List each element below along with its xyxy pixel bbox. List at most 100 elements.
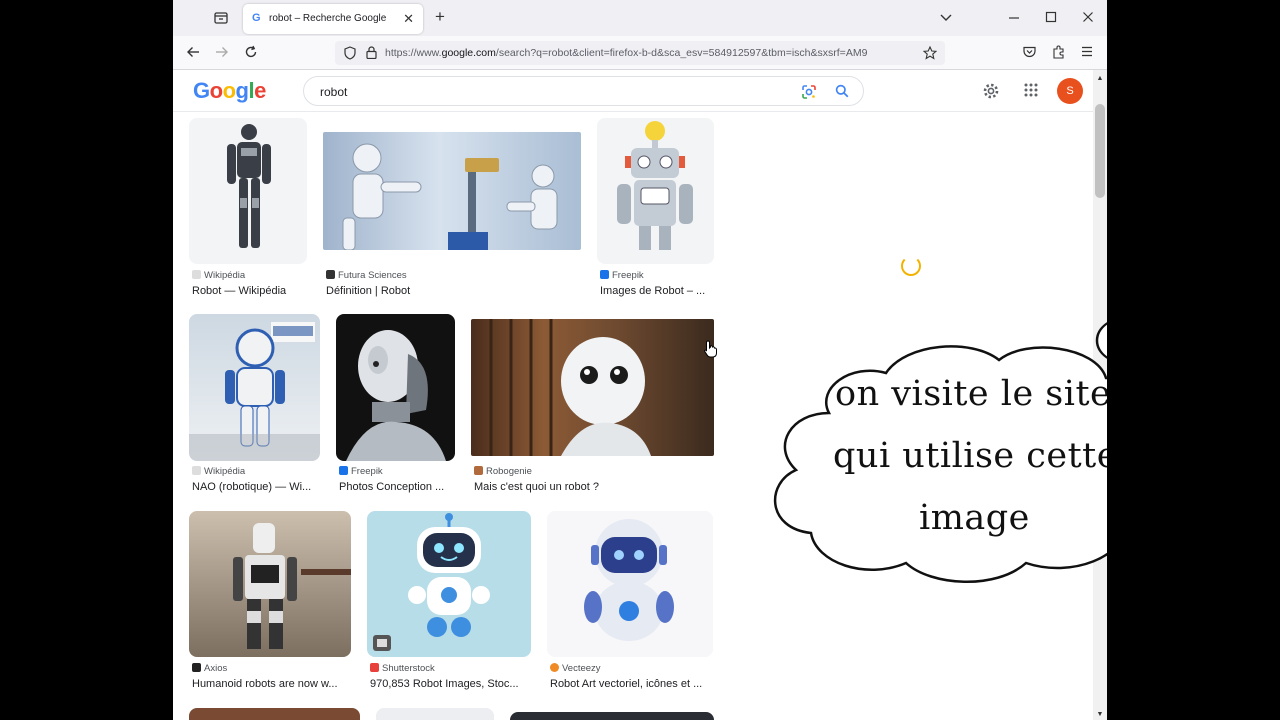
result-thumbnail[interactable] [336, 314, 455, 461]
result-title[interactable]: Images de Robot – ... [600, 285, 717, 297]
result-thumbnail[interactable] [376, 708, 494, 720]
scrollbar-thumb[interactable] [1095, 104, 1105, 198]
minimize-button[interactable] [1007, 11, 1021, 26]
image-result[interactable]: Futura Sciences Définition | Robot [323, 118, 581, 300]
result-source[interactable]: Freepik [600, 270, 644, 281]
google-logo[interactable]: Google [193, 78, 266, 104]
bubble-line-2: qui utilise cette [833, 436, 1107, 476]
vecteezy-icon [550, 663, 559, 672]
result-source-name: Futura Sciences [338, 270, 407, 281]
result-title[interactable]: Humanoid robots are now w... [192, 678, 354, 690]
tab-title: robot – Recherche Google [269, 13, 387, 24]
result-thumbnail[interactable] [510, 712, 714, 720]
tab-close-icon[interactable]: ✕ [403, 11, 414, 27]
url-host: google.com [441, 47, 496, 59]
thought-bubble: on visite le site qui utilise cette imag… [771, 318, 1107, 590]
result-source[interactable]: Wikipédia [192, 466, 245, 477]
extensions-puzzle-icon[interactable] [1051, 45, 1065, 62]
freepik-icon [600, 270, 609, 279]
scroll-down-arrow-icon[interactable]: ▼ [1096, 708, 1104, 720]
google-header: Google robot S [173, 70, 1093, 112]
result-source-name: Robogenie [486, 466, 532, 477]
result-thumbnail[interactable] [189, 118, 307, 264]
result-source-name: Axios [204, 663, 228, 674]
image-result[interactable]: Freepik Photos Conception ... [336, 314, 455, 496]
lock-icon[interactable] [365, 46, 377, 62]
scroll-up-arrow-icon[interactable]: ▲ [1096, 72, 1104, 86]
result-source-name: Wikipédia [204, 466, 246, 477]
result-title[interactable]: 970,853 Robot Images, Stoc... [370, 678, 534, 690]
hand-cursor-icon [703, 340, 717, 361]
navigation-bar: https://www.google.com/search?q=robot&cl… [173, 36, 1107, 70]
result-title[interactable]: NAO (robotique) — Wi... [192, 481, 323, 493]
logo-letter: o [222, 78, 236, 103]
image-result[interactable]: Axios Humanoid robots are now w... [189, 511, 351, 693]
hamburger-menu-icon[interactable] [1080, 46, 1094, 60]
logo-letter: e [254, 78, 266, 103]
close-window-button[interactable] [1081, 11, 1095, 26]
result-source[interactable]: Wikipédia [192, 270, 245, 281]
loading-spinner-icon [901, 256, 921, 276]
result-source-name: Shutterstock [382, 663, 435, 674]
futura-icon [326, 270, 335, 279]
google-favicon-icon: G [252, 12, 261, 24]
logo-letter: G [193, 78, 210, 103]
image-result[interactable]: Shutterstock 970,853 Robot Images, Stoc.… [367, 511, 531, 693]
pocket-icon[interactable] [1022, 46, 1036, 61]
search-icon[interactable] [834, 84, 850, 101]
url-scheme: https://www. [385, 47, 442, 59]
settings-gear-icon[interactable] [982, 82, 1000, 103]
tab-active[interactable]: G robot – Recherche Google ✕ [243, 4, 423, 34]
url-text[interactable]: https://www.google.com/search?q=robot&cl… [385, 47, 871, 59]
browser-window: G robot – Recherche Google ✕ + https://w… [173, 0, 1107, 720]
result-thumbnail[interactable] [323, 132, 581, 250]
new-tab-button[interactable]: + [430, 8, 450, 25]
freepik-icon [339, 466, 348, 475]
result-thumbnail[interactable] [189, 511, 351, 657]
forward-arrow-icon[interactable] [214, 46, 230, 61]
result-thumbnail[interactable] [189, 708, 360, 720]
image-result[interactable]: Wikipédia NAO (robotique) — Wi... [189, 314, 320, 496]
result-thumbnail[interactable] [367, 511, 531, 657]
result-title[interactable]: Définition | Robot [326, 285, 576, 297]
tab-manager-icon[interactable] [213, 11, 229, 27]
bookmark-star-icon[interactable] [922, 45, 938, 63]
image-result-partial[interactable] [510, 712, 714, 720]
result-source[interactable]: Robogenie [474, 466, 532, 477]
apps-grid-icon[interactable] [1023, 83, 1039, 100]
axios-icon [192, 663, 201, 672]
url-bar[interactable]: https://www.google.com/search?q=robot&cl… [335, 41, 945, 65]
result-source[interactable]: Freepik [339, 466, 383, 477]
result-source[interactable]: Axios [192, 663, 227, 674]
list-tabs-chevron-icon[interactable] [939, 11, 953, 25]
tracking-shield-icon[interactable] [343, 46, 357, 63]
result-source[interactable]: Vecteezy [550, 663, 601, 674]
bubble-line-1: on visite le site [835, 374, 1107, 414]
back-arrow-icon[interactable] [185, 46, 201, 61]
account-avatar[interactable]: S [1057, 78, 1083, 104]
search-box[interactable]: robot [303, 76, 864, 106]
image-result[interactable]: Robogenie Mais c'est quoi un robot ? [471, 314, 714, 496]
shutterstock-icon [370, 663, 379, 672]
result-thumbnail[interactable] [189, 314, 320, 461]
result-source[interactable]: Futura Sciences [326, 270, 407, 281]
image-result-partial[interactable] [189, 708, 360, 720]
reload-icon[interactable] [243, 45, 259, 62]
result-source-name: Vecteezy [562, 663, 601, 674]
result-title[interactable]: Robot — Wikipédia [192, 285, 310, 297]
result-thumbnail[interactable] [597, 118, 714, 264]
image-result[interactable]: Wikipédia Robot — Wikipédia [189, 118, 307, 300]
result-title[interactable]: Photos Conception ... [339, 481, 458, 493]
result-title[interactable]: Robot Art vectoriel, icônes et ... [550, 678, 716, 690]
robogenie-icon [474, 466, 483, 475]
result-title[interactable]: Mais c'est quoi un robot ? [474, 481, 624, 493]
image-result[interactable]: Freepik Images de Robot – ... [597, 118, 714, 300]
image-result[interactable]: Vecteezy Robot Art vectoriel, icônes et … [547, 511, 713, 693]
image-result-partial[interactable] [376, 708, 494, 720]
result-thumbnail[interactable] [547, 511, 713, 657]
search-input[interactable]: robot [320, 85, 347, 99]
result-source[interactable]: Shutterstock [370, 663, 435, 674]
maximize-button[interactable] [1044, 11, 1058, 26]
result-thumbnail[interactable] [471, 319, 714, 456]
google-lens-icon[interactable] [801, 84, 817, 103]
